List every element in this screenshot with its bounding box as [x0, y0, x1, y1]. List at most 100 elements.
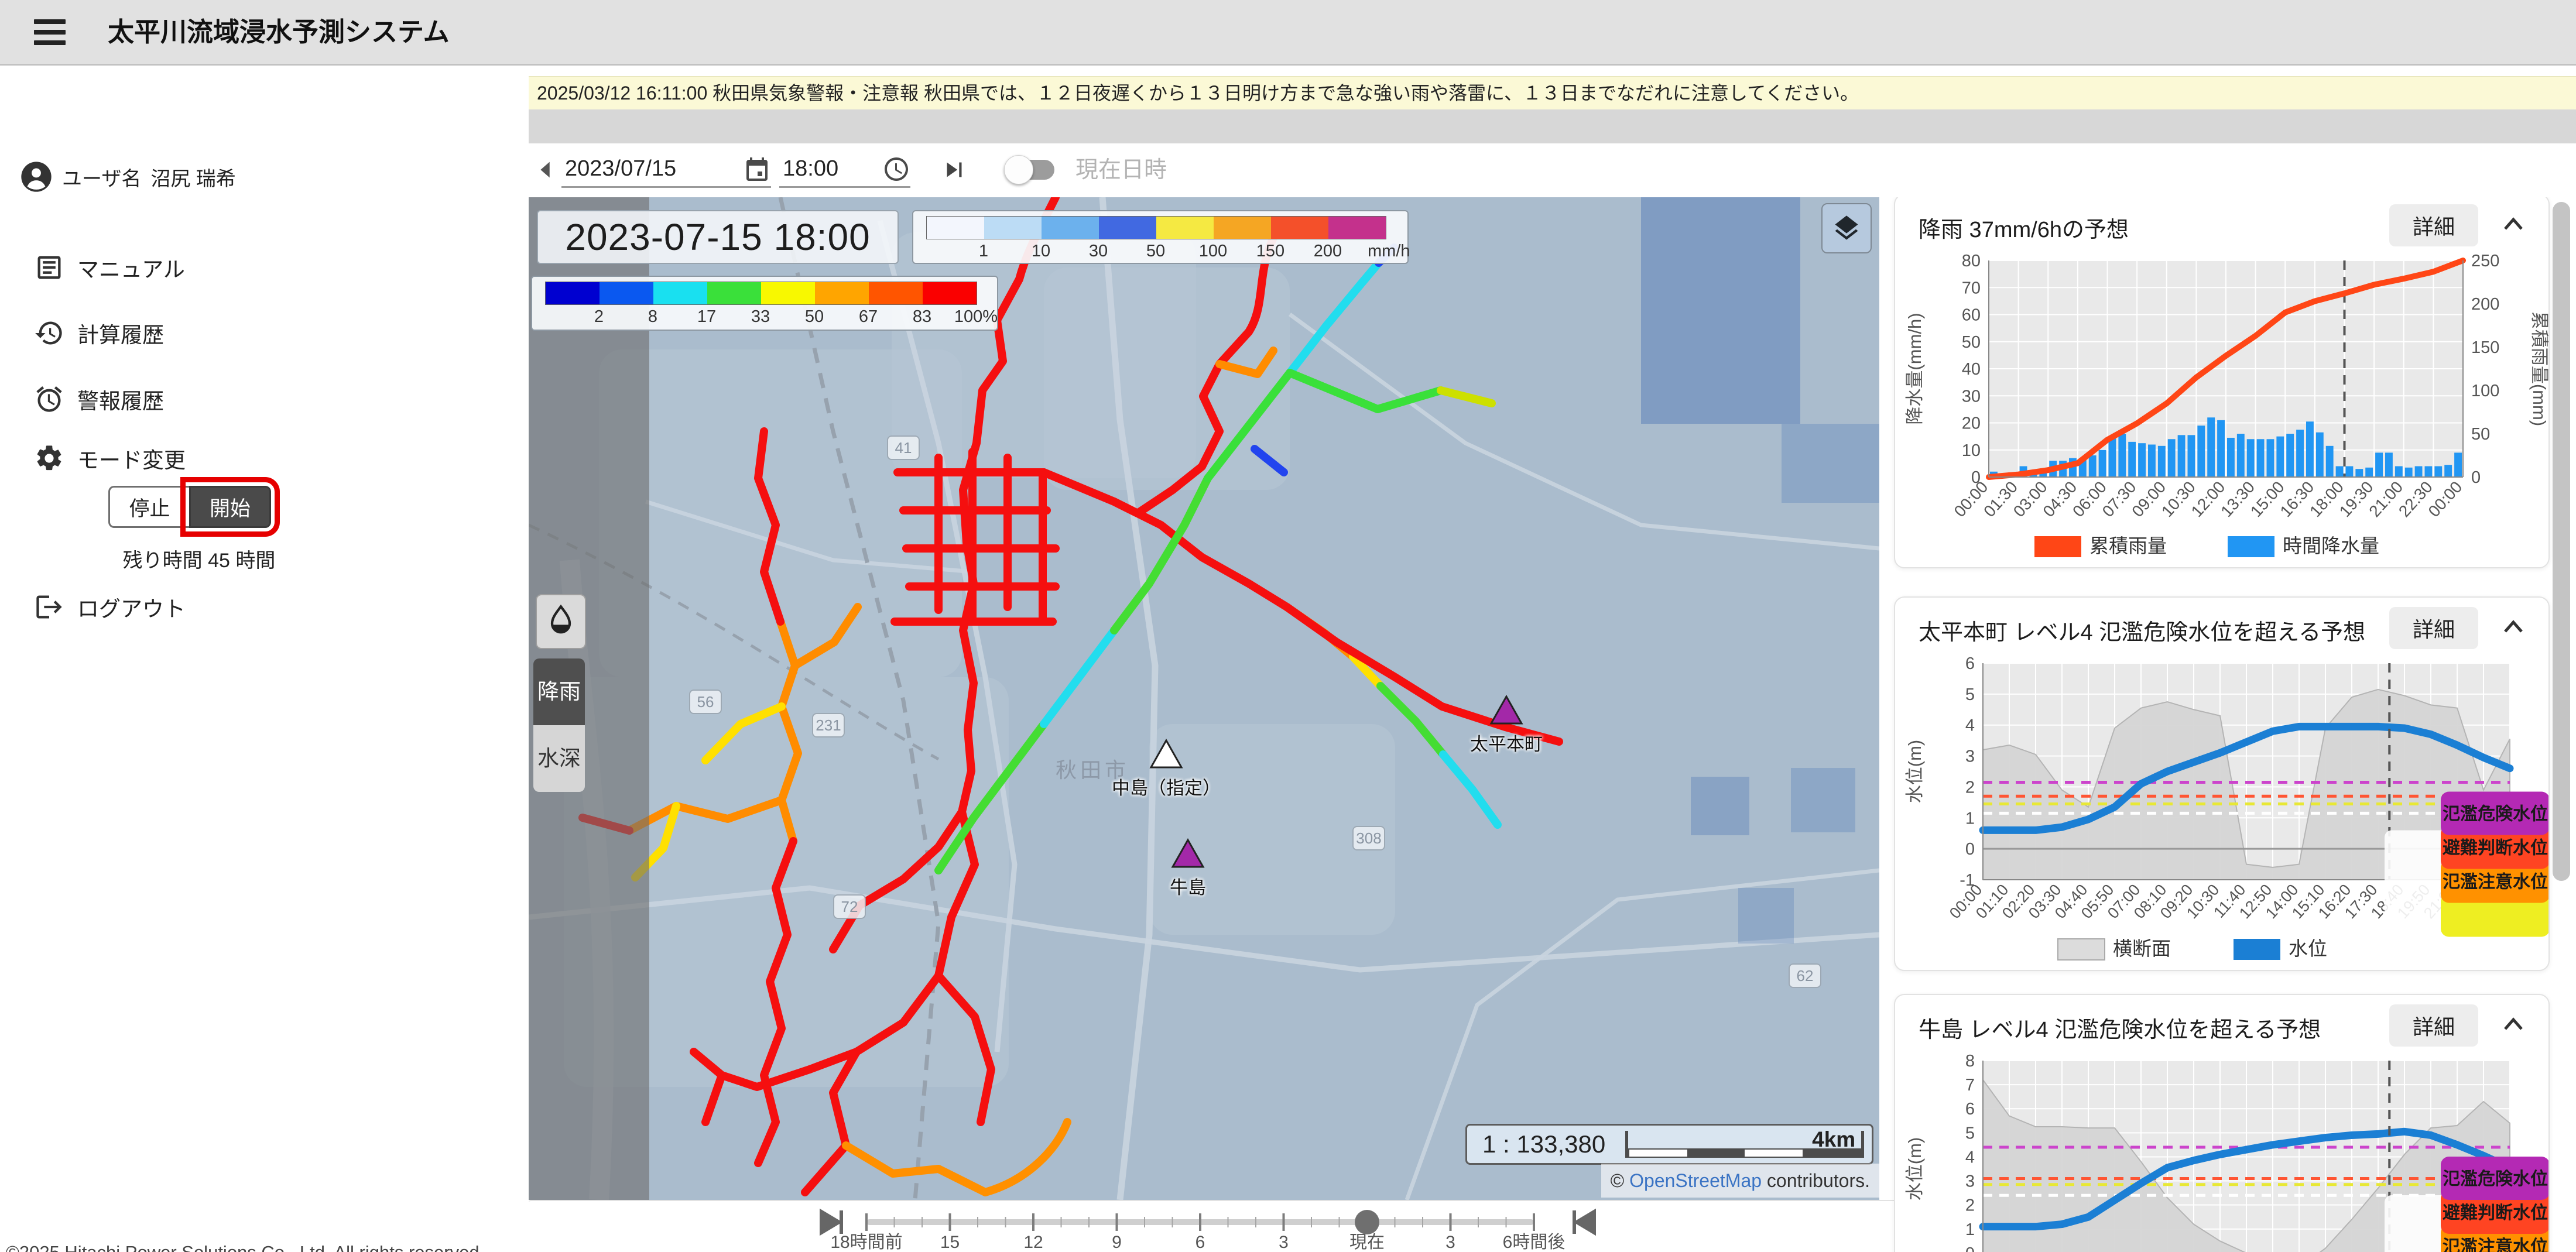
water-drop-button[interactable] [536, 594, 586, 649]
time-input[interactable]: 18:00 [779, 152, 910, 188]
collapse-chevron-icon[interactable] [2499, 614, 2527, 642]
rainfall-legend-swatches [926, 216, 1386, 239]
svg-text:40: 40 [1962, 360, 1981, 379]
collapse-chevron-icon[interactable] [2499, 1011, 2527, 1040]
svg-text:5: 5 [1965, 685, 1975, 704]
remaining-time: 残り時間 45 時間 [94, 544, 304, 573]
application-window: 太平川流域浸水予測システム ユーザ名 沼尻 瑞希 マニュアル 計算履歴 警報履歴… [0, 0, 2576, 1252]
layers-button[interactable] [1821, 203, 1872, 253]
sidebar-item-calc-history[interactable]: 計算履歴 [34, 317, 164, 349]
legend-tick-label: 2 [594, 307, 604, 327]
svg-text:3: 3 [1445, 1233, 1455, 1252]
svg-text:07:30: 07:30 [2099, 478, 2140, 520]
datetime-toolbar: 2023/07/15 18:00 現在日時 [529, 143, 2576, 197]
svg-text:10: 10 [1962, 441, 1981, 460]
slider-handle[interactable] [1355, 1210, 1379, 1234]
svg-text:累積雨量(mm): 累積雨量(mm) [2529, 311, 2548, 426]
date-input[interactable]: 2023/07/15 [561, 152, 771, 188]
map-scale: 1 : 133,380 4km [1465, 1124, 1873, 1165]
calendar-icon[interactable] [743, 155, 771, 183]
svg-text:12:00: 12:00 [2188, 478, 2229, 520]
svg-text:21:00: 21:00 [2365, 478, 2406, 520]
skip-next-icon[interactable] [940, 155, 969, 184]
svg-text:3: 3 [1965, 1172, 1975, 1191]
sidebar-item-label: ログアウト [77, 591, 186, 623]
svg-text:60: 60 [1962, 306, 1981, 325]
attribution-copyright: © [1611, 1170, 1629, 1191]
svg-text:0: 0 [1965, 840, 1975, 859]
svg-text:9: 9 [1112, 1233, 1122, 1252]
svg-text:避難判断水位: 避難判断水位 [2443, 838, 2548, 858]
time-value: 18:00 [779, 156, 838, 181]
legend-tick-label: 1 [979, 242, 988, 261]
sidebar-item-manual[interactable]: マニュアル [34, 252, 185, 283]
attribution-suffix: contributors. [1762, 1170, 1870, 1191]
svg-text:308: 308 [1356, 829, 1381, 847]
svg-text:12: 12 [1023, 1233, 1043, 1252]
station-marker-taiheihonmachi[interactable]: 太平本町 [1470, 695, 1543, 756]
probability-legend: 281733506783100% [531, 276, 998, 331]
rainfall-chart: 0102030405060708005010015020025000:0001:… [1895, 253, 2548, 568]
time-slider-bar: 18時間前1512963現在36時間後 [529, 1200, 1897, 1252]
svg-text:時間降水量: 時間降水量 [2283, 535, 2379, 557]
svg-text:6: 6 [1195, 1233, 1205, 1252]
marker-label: 太平本町 [1470, 729, 1543, 756]
layer-tab-rainfall[interactable]: 降雨 [533, 658, 585, 725]
time-slider[interactable]: 18時間前1512963現在36時間後 [529, 1201, 1897, 1252]
document-icon [34, 252, 64, 283]
svg-text:04:30: 04:30 [2039, 478, 2080, 520]
prev-step-icon[interactable] [532, 156, 559, 183]
svg-text:2: 2 [1965, 1196, 1975, 1215]
user-name: 沼尻 瑞希 [150, 163, 235, 191]
legend-tick-label: 17 [697, 307, 716, 327]
clock-icon[interactable] [882, 155, 910, 183]
svg-text:0: 0 [1965, 1244, 1975, 1252]
card-title: 牛島 レベル4 氾濫危険水位を超える予想 [1919, 1011, 2321, 1044]
map-canvas: 41231567262308 [529, 197, 1879, 1200]
current-datetime-toggle[interactable] [1004, 156, 1058, 183]
legend-tick-label: 67 [859, 307, 878, 327]
svg-text:200: 200 [2471, 295, 2499, 314]
legend-tick-label: 33 [751, 307, 770, 327]
detail-button[interactable]: 詳細 [2389, 607, 2478, 649]
sidebar-item-alarm-history[interactable]: 警報履歴 [34, 383, 164, 415]
legend-tick-label: 10 [1032, 242, 1050, 261]
station-marker-nakajima[interactable]: 中島（指定） [1112, 739, 1221, 800]
mode-button-group: 停止 開始 [108, 486, 271, 528]
ushijima-level-card: 牛島 レベル4 氾濫危険水位を超える予想 詳細 -101234567800:00… [1894, 994, 2550, 1252]
triangle-marker-icon [1171, 838, 1205, 869]
card-title: 降雨 37mm/6hの予想 [1919, 211, 2129, 243]
legend-tick-label: 8 [648, 307, 657, 327]
svg-text:6時間後: 6時間後 [1503, 1233, 1566, 1252]
openstreetmap-link[interactable]: OpenStreetMap [1629, 1170, 1762, 1191]
weather-alert-banner: 2025/03/12 16:11:00 秋田県気象警報・注意報 秋田県では、１２… [529, 76, 2576, 109]
sidebar-item-logout[interactable]: ログアウト [34, 591, 186, 623]
svg-text:1: 1 [1965, 809, 1975, 828]
svg-text:231: 231 [816, 716, 841, 734]
detail-button[interactable]: 詳細 [2389, 1004, 2478, 1047]
svg-text:80: 80 [1962, 253, 1981, 270]
flood-map[interactable]: 41231567262308 2023-07-15 18:00 11030501… [529, 197, 1879, 1200]
stop-button[interactable]: 停止 [108, 486, 189, 528]
collapse-chevron-icon[interactable] [2499, 211, 2527, 239]
svg-text:8: 8 [1965, 1054, 1975, 1071]
sidebar-item-label: マニュアル [77, 252, 185, 283]
panel-scrollbar[interactable] [2553, 202, 2570, 881]
station-marker-ushijima[interactable]: 牛島 [1170, 838, 1206, 899]
svg-text:100: 100 [2471, 382, 2499, 400]
svg-text:72: 72 [841, 898, 858, 915]
sidebar-item-mode-change[interactable]: モード変更 [34, 443, 186, 474]
legend-tick-label: 200 [1314, 242, 1342, 261]
layer-tab-depth[interactable]: 水深 [533, 725, 585, 792]
history-icon [34, 318, 64, 348]
svg-text:4: 4 [1965, 1148, 1975, 1167]
gear-icon [34, 443, 64, 474]
card-header: 牛島 レベル4 氾濫危険水位を超える予想 詳細 [1895, 995, 2548, 1054]
svg-text:避難判断水位: 避難判断水位 [2443, 1203, 2548, 1223]
menu-icon[interactable] [34, 19, 66, 46]
svg-text:横断面: 横断面 [2113, 938, 2171, 959]
user-avatar-icon [20, 160, 53, 193]
start-button[interactable]: 開始 [189, 486, 271, 528]
svg-text:1: 1 [1965, 1220, 1975, 1239]
detail-button[interactable]: 詳細 [2389, 204, 2478, 246]
